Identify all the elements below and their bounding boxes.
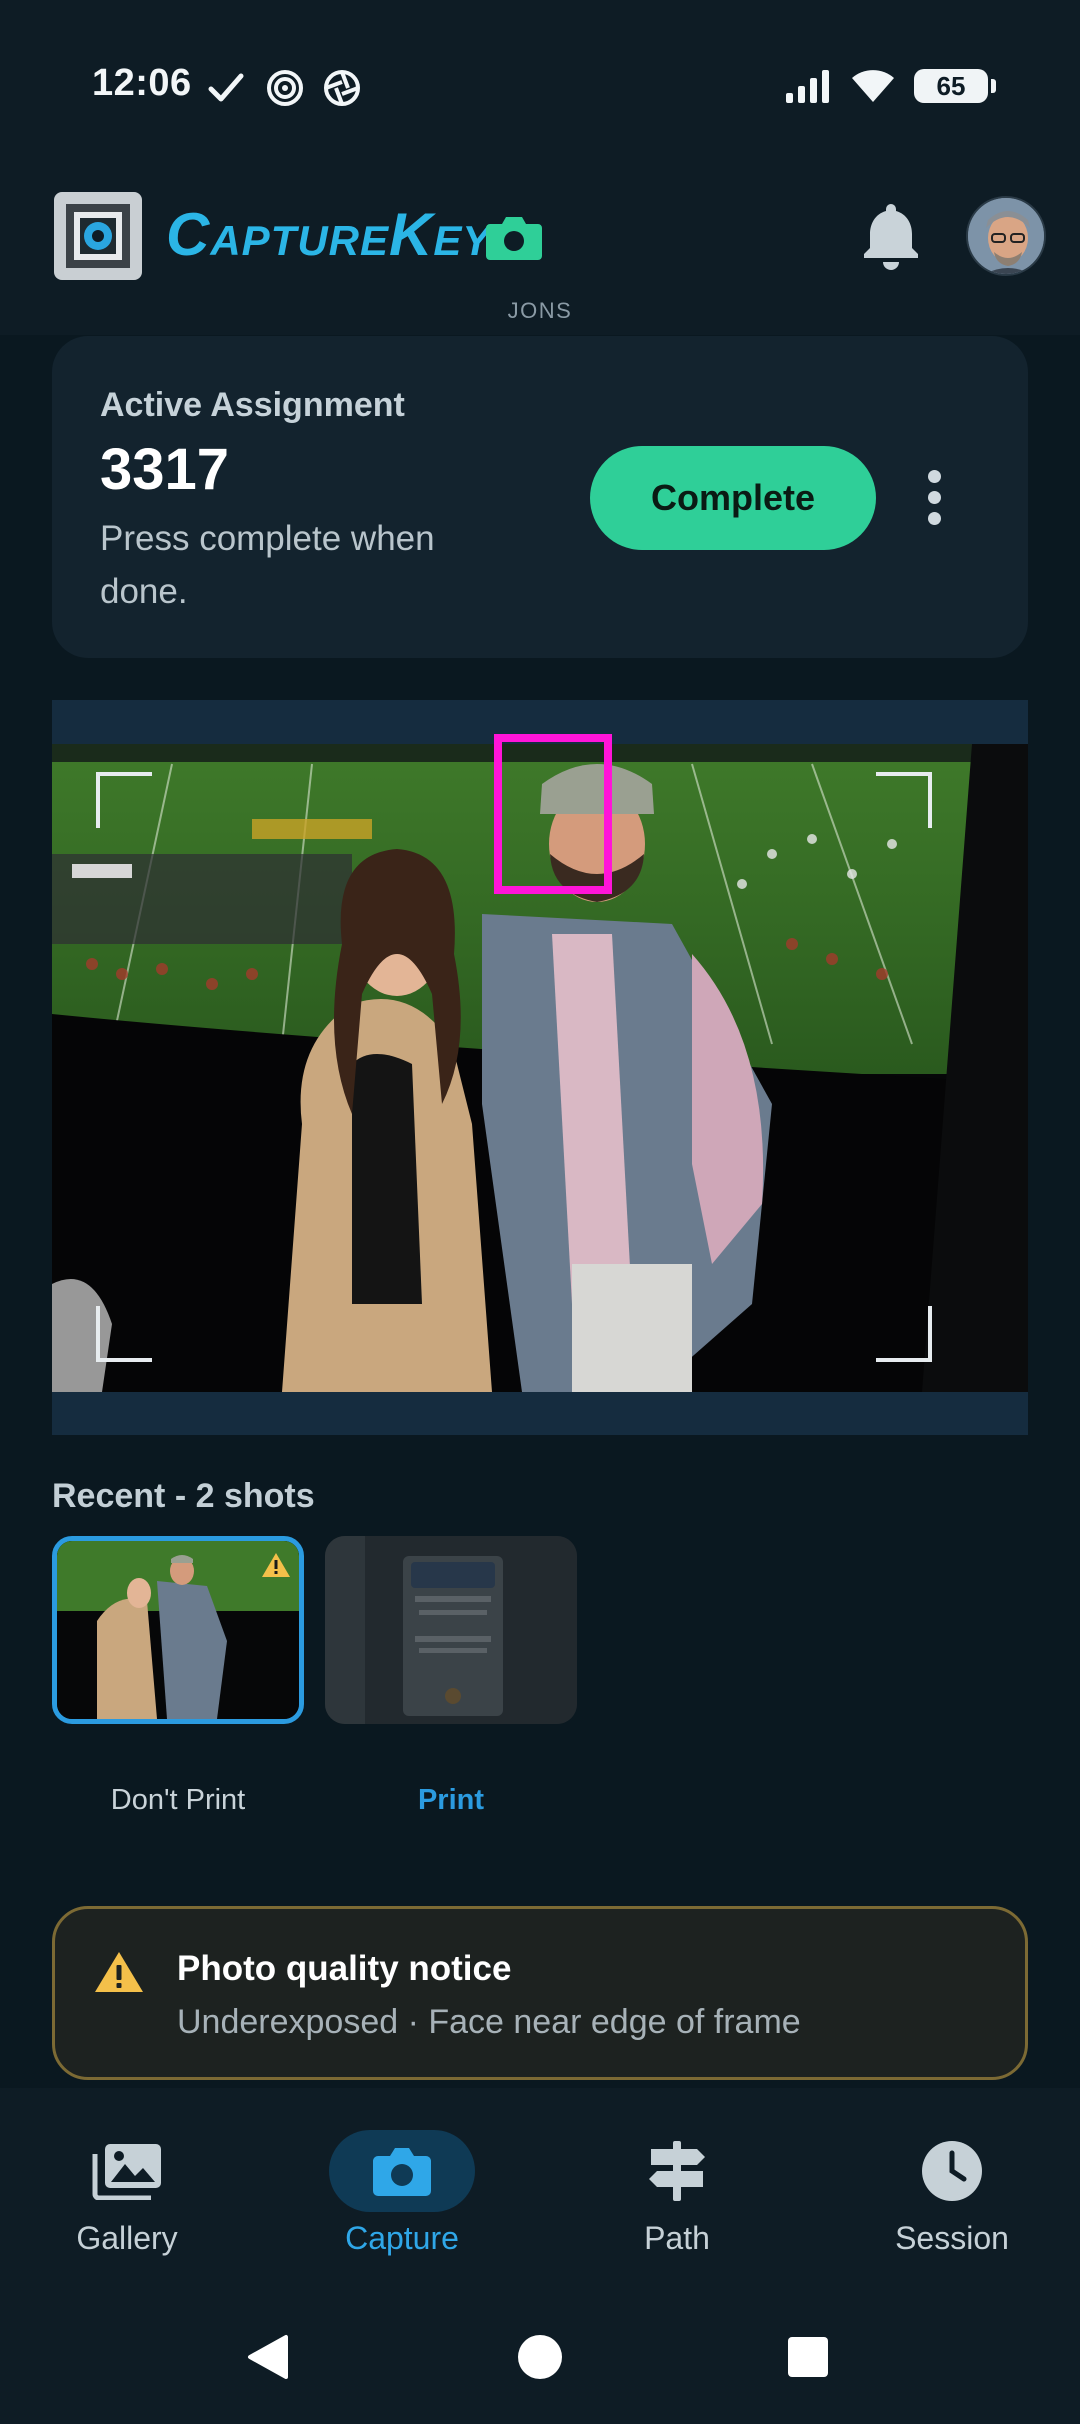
camera-status-icon[interactable] — [484, 212, 544, 262]
face-detection-box — [494, 734, 612, 894]
avatar-image — [968, 198, 1044, 274]
recent-shot-thumbnail[interactable] — [325, 1536, 577, 1724]
back-icon[interactable] — [246, 2333, 290, 2381]
app-logo-icon — [54, 192, 142, 280]
status-bar: 12:06 65 — [0, 0, 1080, 170]
nav-label-session: Session — [895, 2220, 1009, 2256]
app-header: CaptureKey JONS — [0, 170, 1080, 335]
clock: 12:06 — [92, 62, 192, 104]
frame-guide-top-right — [876, 772, 932, 828]
active-assignment-card: Active Assignment 3317 Press complete wh… — [52, 336, 1028, 658]
system-navigation-bar — [0, 2293, 1080, 2424]
frame-guide-bottom-right — [876, 1306, 932, 1362]
status-icons: 65 — [784, 68, 996, 104]
photo-quality-notice: Photo quality notice Underexposed · Face… — [52, 1906, 1028, 2080]
recent-shots-title: Recent - 2 shots — [52, 1477, 315, 1515]
warning-badge-icon — [262, 1553, 290, 1577]
organization-label: JONS — [507, 298, 573, 323]
brand-name: CaptureKey — [166, 201, 492, 268]
notice-body: Underexposed · Face near edge of frame — [177, 2003, 801, 2041]
nav-item-session[interactable]: Session — [852, 2130, 1052, 2257]
nav-label-gallery: Gallery — [76, 2220, 178, 2256]
recents-icon[interactable] — [786, 2335, 830, 2379]
aperture-icon — [324, 70, 360, 106]
nav-item-path[interactable]: Path — [577, 2130, 777, 2257]
more-options-icon[interactable] — [914, 470, 954, 530]
complete-button[interactable]: Complete — [590, 446, 876, 550]
nav-label-capture: Capture — [345, 2220, 459, 2256]
home-icon[interactable] — [516, 2333, 564, 2381]
shot-caption-print[interactable]: Print — [325, 1784, 577, 1817]
nav-label-path: Path — [644, 2220, 710, 2256]
wifi-icon — [852, 70, 894, 102]
spiral-icon — [267, 70, 303, 106]
notifications-bell-icon[interactable] — [860, 200, 922, 270]
signal-icon — [786, 70, 829, 103]
frame-guide-top-left — [96, 772, 152, 828]
battery-level: 65 — [936, 70, 966, 101]
warning-icon — [95, 1952, 143, 1992]
thumbnail-photo-2 — [325, 1536, 577, 1724]
user-avatar[interactable] — [966, 196, 1046, 276]
signpost-icon — [649, 2141, 705, 2201]
nav-item-gallery[interactable]: Gallery — [27, 2130, 227, 2257]
assignment-label: Active Assignment — [100, 386, 405, 424]
assignment-description: Press complete when done. — [100, 519, 435, 611]
recent-shot-thumbnail[interactable] — [52, 1536, 304, 1724]
nav-item-capture[interactable]: Capture — [302, 2130, 502, 2257]
assignment-number: 3317 — [100, 437, 230, 502]
gallery-icon — [92, 2144, 161, 2200]
clock-icon — [922, 2141, 982, 2201]
frame-guide-bottom-left — [96, 1306, 152, 1362]
notice-title: Photo quality notice — [177, 1949, 512, 1988]
camera-icon — [373, 2148, 431, 2196]
shot-caption-dont-print[interactable]: Don't Print — [52, 1784, 304, 1817]
bottom-navigation: Gallery Capture Path Session — [0, 2088, 1080, 2293]
battery-indicator: 65 — [914, 69, 996, 103]
check-icon — [208, 73, 244, 102]
